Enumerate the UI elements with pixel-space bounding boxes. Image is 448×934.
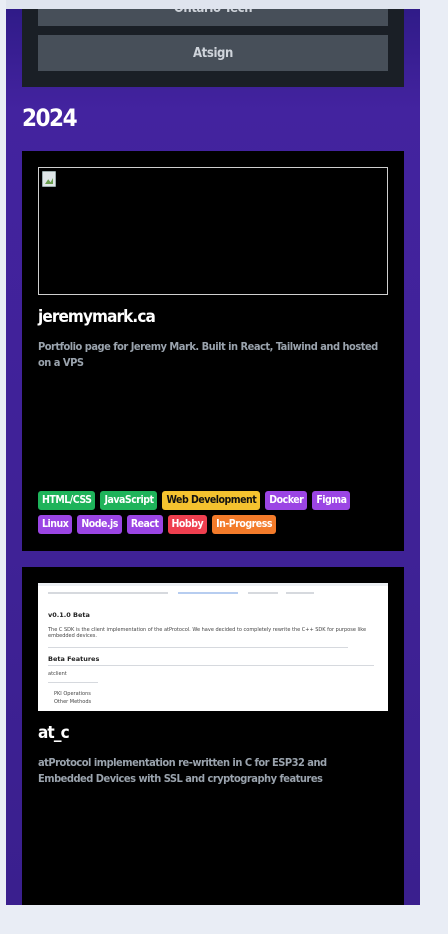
project-card-jeremymark[interactable]: jeremymark.ca Portfolio page for Jeremy … bbox=[22, 151, 404, 551]
screenshot-paragraph: The C SDK is the client implementation o… bbox=[48, 627, 367, 639]
tag-web-development: Web Development bbox=[162, 491, 261, 510]
top-strip-overlay bbox=[6, 0, 420, 9]
tag-nodejs: Node.js bbox=[77, 515, 122, 534]
tag-react: React bbox=[126, 515, 163, 534]
project-title[interactable]: at_c bbox=[38, 723, 70, 743]
tag-html-css: HTML/CSS bbox=[38, 491, 96, 510]
tag-list: HTML/CSS JavaScript Web Development Dock… bbox=[38, 491, 388, 534]
project-image bbox=[38, 167, 388, 295]
year-heading: 2024 bbox=[22, 104, 78, 132]
project-screenshot: v0.1.0 Beta The C SDK is the client impl… bbox=[38, 583, 388, 711]
tag-figma: Figma bbox=[312, 491, 351, 510]
screenshot-item-1: PKI Operations bbox=[54, 691, 91, 697]
project-description: atProtocol implementation re-written in … bbox=[38, 756, 327, 785]
tag-javascript: JavaScript bbox=[100, 491, 158, 510]
project-description: Portfolio page for Jeremy Mark. Built in… bbox=[38, 340, 378, 369]
screenshot-heading: v0.1.0 Beta bbox=[48, 611, 90, 619]
screenshot-section: Beta Features bbox=[48, 655, 100, 663]
company-button-atsign[interactable]: Atsign bbox=[38, 35, 388, 71]
tag-hobby: Hobby bbox=[167, 515, 208, 534]
companies-card: Ontario Tech Atsign bbox=[22, 0, 404, 87]
projects-panel: Ontario Tech Atsign 2024 jeremymark.ca P… bbox=[6, 0, 420, 905]
broken-image-icon bbox=[42, 171, 56, 187]
project-title[interactable]: jeremymark.ca bbox=[38, 307, 156, 327]
project-card-at-c[interactable]: v0.1.0 Beta The C SDK is the client impl… bbox=[22, 567, 404, 905]
tag-in-progress: In-Progress bbox=[212, 515, 276, 534]
tag-linux: Linux bbox=[38, 515, 73, 534]
tag-docker: Docker bbox=[265, 491, 308, 510]
screenshot-sub: atclient bbox=[48, 671, 67, 677]
screenshot-item-2: Other Methods bbox=[54, 699, 92, 705]
